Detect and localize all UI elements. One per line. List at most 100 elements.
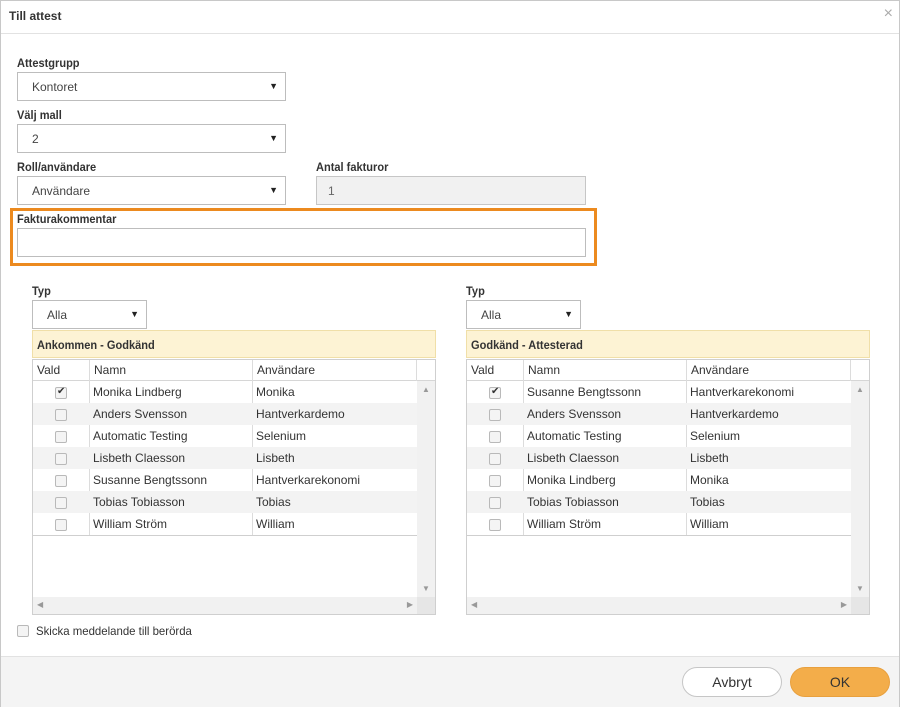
notify-checkbox-label[interactable]: Skicka meddelande till berörda [36, 624, 192, 638]
attestgrupp-value: Kontoret [32, 80, 78, 94]
row-checkbox[interactable] [489, 519, 501, 531]
row-checkbox[interactable] [55, 519, 67, 531]
scroll-up-icon[interactable]: ▲ [856, 385, 864, 394]
column-header-vald[interactable]: Vald [37, 363, 60, 377]
row-checkbox[interactable] [55, 453, 67, 465]
row-checkbox[interactable] [55, 475, 67, 487]
column-header-anvandare[interactable]: Användare [691, 363, 749, 377]
cell-namn: Monika Lindberg [93, 385, 182, 399]
row-checkbox[interactable] [55, 409, 67, 421]
cell-anvandare: Hantverkarekonomi [256, 473, 361, 487]
scroll-left-icon[interactable]: ◀ [471, 600, 477, 609]
column-header-anvandare[interactable]: Användare [257, 363, 315, 377]
table-row[interactable]: Anders Svensson Hantverkardemo [33, 403, 417, 425]
scroll-down-icon[interactable]: ▼ [856, 584, 864, 593]
fakturakommentar-input[interactable] [17, 228, 586, 257]
left-user-grid: Vald Namn Användare Monika LindbergMonik… [32, 359, 436, 615]
table-row[interactable]: Monika Lindberg Monika [33, 381, 417, 403]
table-row[interactable]: William Ström William [467, 513, 851, 535]
vertical-scrollbar[interactable]: ▲ ▼ [851, 381, 869, 597]
close-icon[interactable]: × [884, 5, 893, 23]
cell-namn: Automatic Testing [527, 429, 622, 443]
table-row[interactable]: Susanne Bengtssonn Hantverkarekonomi [467, 381, 851, 403]
cell-namn: Susanne Bengtssonn [527, 385, 642, 399]
ok-button[interactable]: OK [790, 667, 890, 697]
row-checkbox[interactable] [55, 497, 67, 509]
dialog-title: Till attest [9, 9, 62, 23]
cell-anvandare: Tobias [690, 495, 725, 509]
cell-anvandare: Tobias [256, 495, 291, 509]
scrollbar-corner [417, 597, 435, 614]
antal-fakturor-label: Antal fakturor [316, 160, 389, 174]
left-typ-select[interactable]: Alla ▼ [32, 300, 147, 329]
right-user-grid: Vald Namn Användare Susanne Bengtssonn Ha… [466, 359, 870, 615]
vertical-scrollbar[interactable]: ▲ ▼ [417, 381, 435, 597]
antal-fakturor-value: 1 [328, 184, 335, 198]
column-divider [416, 360, 417, 381]
table-row[interactable]: Tobias Tobiasson Tobias [33, 491, 417, 513]
right-typ-value: Alla [481, 308, 502, 322]
row-checkbox[interactable] [489, 475, 501, 487]
cell-anvandare: Hantverkardemo [256, 407, 345, 421]
row-checkbox[interactable] [489, 386, 501, 399]
left-typ-value: Alla [47, 308, 68, 322]
cell-namn: Monika Lindberg [527, 473, 616, 487]
roll-value: Användare [32, 184, 91, 198]
table-row[interactable]: Monika Lindberg Monika [467, 469, 851, 491]
valj-mall-select[interactable]: 2 ▼ [17, 124, 286, 153]
cell-anvandare: Monika [256, 385, 295, 399]
cell-namn: Automatic Testing [93, 429, 188, 443]
dialog-titlebar: Till attest × [1, 1, 899, 34]
notify-checkbox[interactable] [17, 625, 29, 637]
table-row[interactable]: Tobias Tobiasson Tobias [467, 491, 851, 513]
cell-namn: Tobias Tobiasson [527, 495, 619, 509]
cell-anvandare: William [256, 517, 295, 531]
column-header-namn[interactable]: Namn [94, 363, 126, 377]
right-group-title: Godkänd - Attesterad [471, 338, 583, 352]
cell-anvandare: Monika [690, 473, 729, 487]
row-checkbox[interactable] [489, 453, 501, 465]
column-header-vald[interactable]: Vald [471, 363, 494, 377]
column-divider [850, 360, 851, 381]
table-row[interactable]: Lisbeth Claesson Lisbeth [33, 447, 417, 469]
chevron-down-icon: ▼ [269, 81, 278, 91]
right-group-header: Godkänd - Attesterad [466, 330, 870, 358]
row-checkbox[interactable] [55, 386, 67, 399]
left-grid-header: Vald Namn Användare [33, 360, 435, 381]
cell-anvandare: Lisbeth [256, 451, 295, 465]
horizontal-scrollbar[interactable]: ◀ ▶ [33, 597, 417, 614]
cell-namn: Lisbeth Claesson [527, 451, 620, 465]
left-grid-rows: Monika Lindberg Monika Anders Svensson Hant… [33, 381, 417, 535]
chevron-down-icon: ▼ [130, 309, 139, 319]
table-row[interactable]: Automatic Testing Selenium [467, 425, 851, 447]
table-row[interactable]: William Ström William [33, 513, 417, 535]
table-row[interactable]: Automatic Testing Selenium [33, 425, 417, 447]
right-grid-header: Vald Namn Användare [467, 360, 869, 381]
scroll-up-icon[interactable]: ▲ [422, 385, 430, 394]
column-header-namn[interactable]: Namn [528, 363, 560, 377]
fakturakommentar-label: Fakturakommentar [17, 212, 117, 226]
table-row[interactable]: Susanne Bengtssonn Hantverkarekonomi [33, 469, 417, 491]
cancel-button[interactable]: Avbryt [682, 667, 782, 697]
attestgrupp-select[interactable]: Kontoret ▼ [17, 72, 286, 101]
row-checkbox[interactable] [489, 497, 501, 509]
row-checkbox[interactable] [489, 409, 501, 421]
scroll-down-icon[interactable]: ▼ [422, 584, 430, 593]
left-group-header: Ankommen - Godkänd [32, 330, 436, 358]
horizontal-scrollbar[interactable]: ◀ ▶ [467, 597, 851, 614]
roll-select[interactable]: Användare ▼ [17, 176, 286, 205]
scrollbar-corner [851, 597, 869, 614]
row-checkbox[interactable] [489, 431, 501, 443]
right-typ-select[interactable]: Alla ▼ [466, 300, 581, 329]
grid-rows-end-line [467, 535, 851, 536]
valj-mall-value: 2 [32, 132, 39, 146]
scroll-left-icon[interactable]: ◀ [37, 600, 43, 609]
row-checkbox[interactable] [55, 431, 67, 443]
scroll-right-icon[interactable]: ▶ [407, 600, 413, 609]
table-row[interactable]: Lisbeth Claesson Lisbeth [467, 447, 851, 469]
cell-namn: William Ström [527, 517, 601, 531]
cell-anvandare: Selenium [256, 429, 307, 443]
scroll-right-icon[interactable]: ▶ [841, 600, 847, 609]
table-row[interactable]: Anders Svensson Hantverkardemo [467, 403, 851, 425]
grid-rows-end-line [33, 535, 417, 536]
